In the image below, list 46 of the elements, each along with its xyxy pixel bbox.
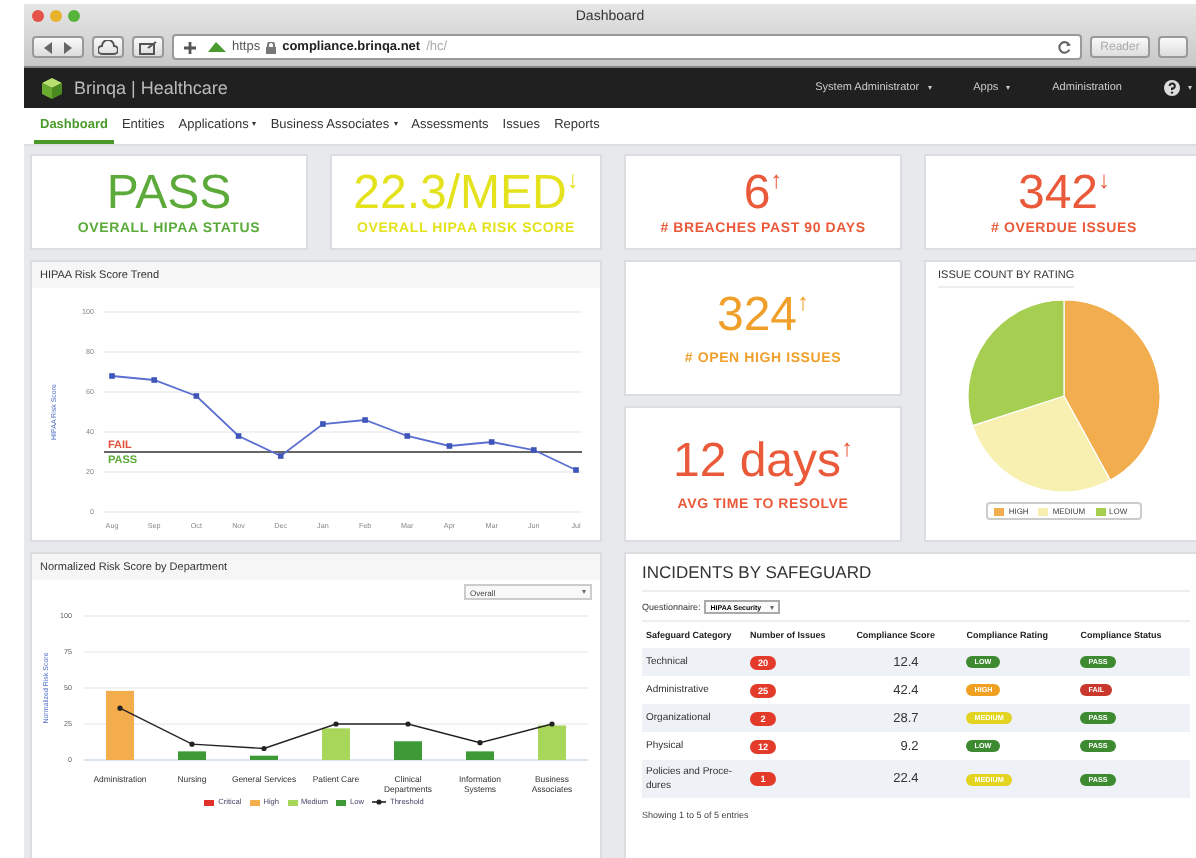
data-point bbox=[549, 721, 555, 727]
data-point bbox=[477, 740, 483, 746]
cloud-icon[interactable] bbox=[92, 36, 124, 58]
reload-icon[interactable] bbox=[1058, 40, 1072, 54]
bar bbox=[394, 741, 422, 760]
plus-icon[interactable] bbox=[182, 39, 198, 55]
data-point bbox=[333, 721, 339, 727]
data-point bbox=[277, 453, 284, 459]
arrows-icon bbox=[40, 39, 76, 55]
data-point bbox=[446, 443, 453, 449]
brand-name[interactable]: Brinqa | Healthcare bbox=[74, 78, 228, 98]
dropdown-arrow-icon bbox=[769, 605, 774, 609]
stat-value: 6$^{↑}$ bbox=[743, 168, 783, 218]
data-point bbox=[320, 421, 326, 427]
stat-value: 12 days$^{↑}$ bbox=[672, 436, 854, 486]
data-point bbox=[109, 373, 115, 379]
stat-value: PASS bbox=[106, 169, 232, 217]
data-point bbox=[235, 433, 242, 439]
data-point bbox=[531, 447, 537, 453]
stat-value: 342$^{↓}$ bbox=[1017, 168, 1111, 218]
toolbar-button[interactable] bbox=[1158, 36, 1188, 58]
bar bbox=[466, 751, 494, 760]
bar bbox=[322, 728, 350, 760]
data-point bbox=[405, 721, 411, 727]
bar bbox=[178, 751, 206, 760]
bar bbox=[538, 725, 566, 760]
panel-title: INCIDENTS BY SAFEGUARD bbox=[642, 562, 1190, 592]
data-point bbox=[189, 741, 195, 747]
dropdown-arrow-icon bbox=[582, 590, 586, 594]
bar bbox=[106, 690, 134, 760]
data-point bbox=[193, 393, 200, 399]
stat-value: 22.3/MED$^{↓}$ bbox=[353, 168, 579, 218]
site-icon bbox=[208, 40, 226, 54]
lock-icon bbox=[266, 41, 277, 53]
data-point bbox=[151, 377, 157, 383]
back-forward-button[interactable] bbox=[32, 36, 84, 58]
share-icon[interactable] bbox=[132, 36, 164, 58]
data-point bbox=[573, 467, 579, 473]
data-point bbox=[404, 433, 411, 439]
stat-value: 324$^{↑}$ bbox=[716, 290, 810, 340]
bar bbox=[250, 755, 278, 760]
cube-logo-icon bbox=[40, 76, 64, 100]
data-point bbox=[261, 745, 267, 752]
data-point bbox=[117, 705, 123, 711]
data-point bbox=[488, 439, 495, 445]
data-point bbox=[362, 417, 368, 423]
